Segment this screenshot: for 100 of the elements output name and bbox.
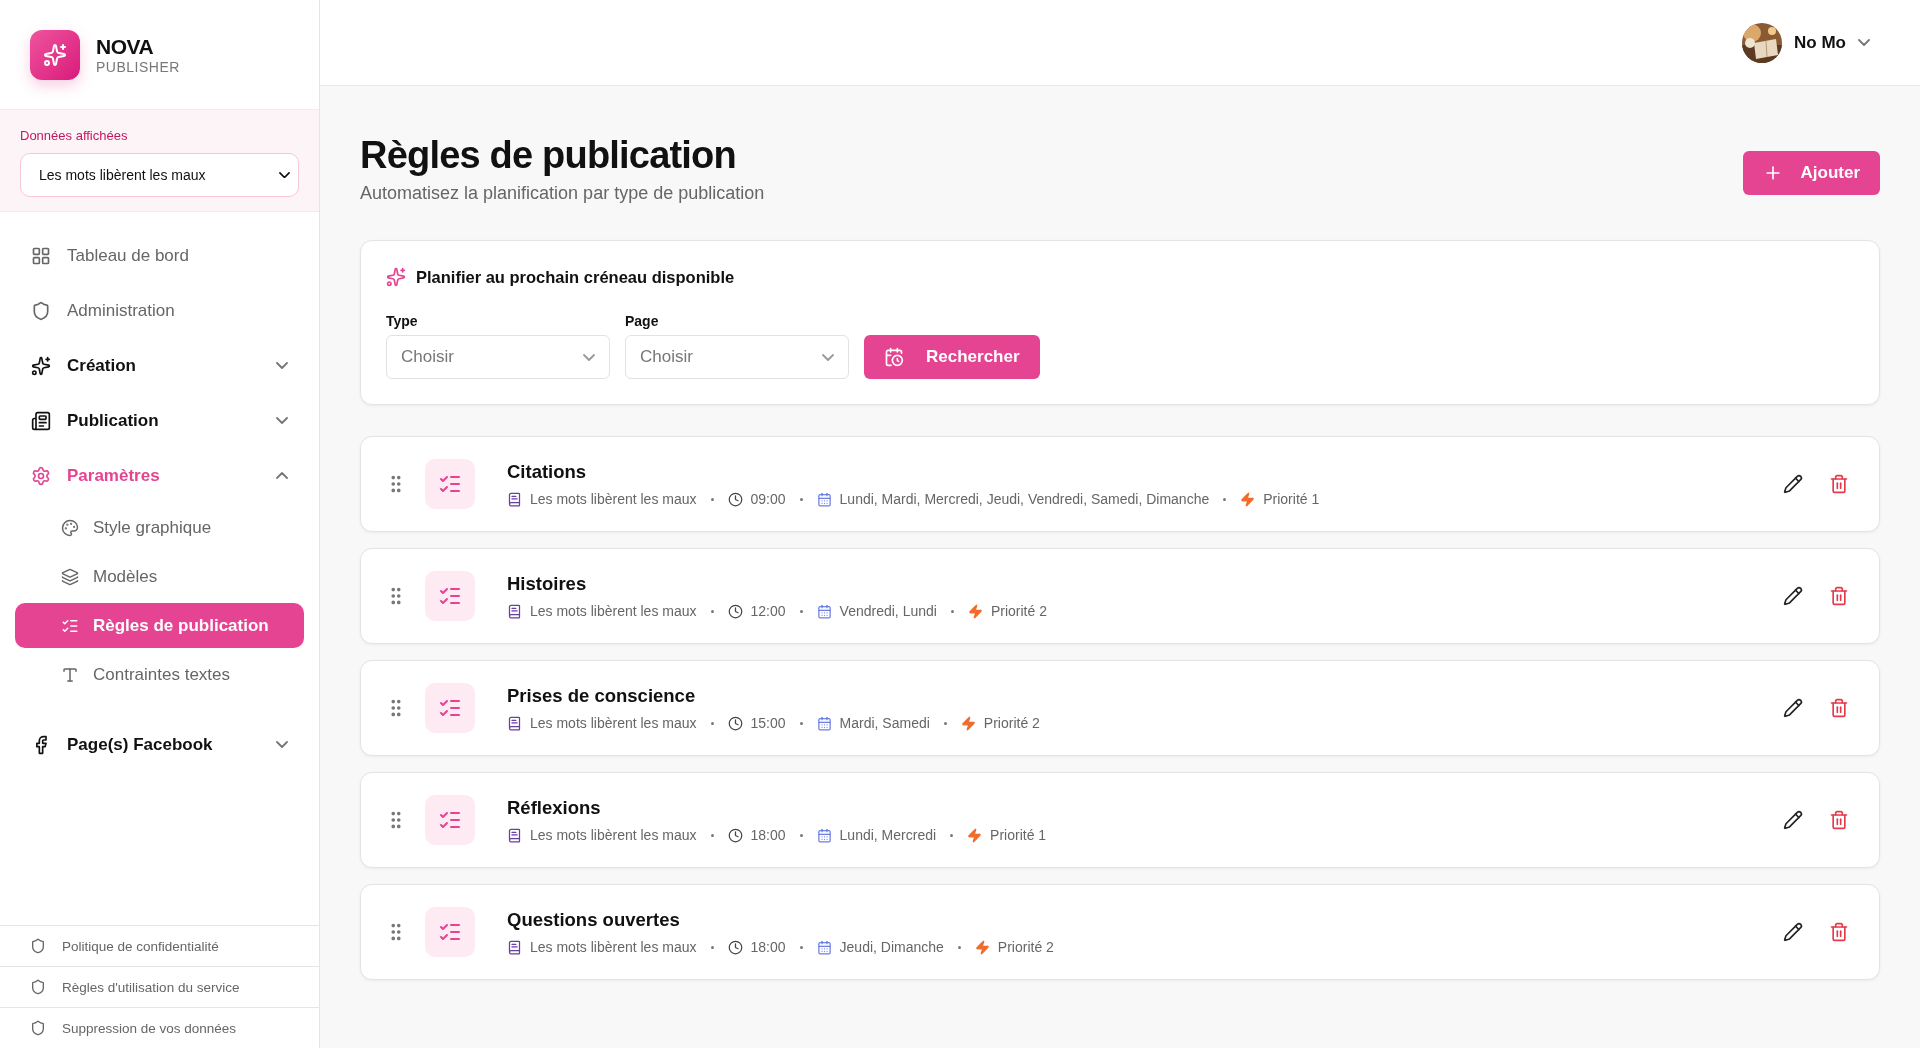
rule-page: Les mots libèrent les maux: [530, 603, 697, 619]
book-icon: [507, 491, 522, 507]
shield-icon: [30, 1020, 46, 1036]
checklist-icon: [425, 795, 475, 845]
nav-icon: [31, 465, 51, 486]
chevron-down-icon: [276, 362, 288, 369]
delete-button[interactable]: [1829, 922, 1849, 942]
separator-dot: [799, 609, 803, 613]
nav-subitem[interactable]: Style graphique: [15, 505, 304, 550]
rule-time: 09:00: [750, 491, 786, 507]
separator-dot: [1223, 497, 1227, 501]
data-select[interactable]: Les mots libèrent les maux: [20, 153, 299, 197]
separator-dot: [799, 945, 803, 949]
nav-icon: [61, 567, 79, 586]
checklist-icon: [425, 459, 475, 509]
separator-dot: [950, 833, 954, 837]
page-subtitle: Automatisez la planification par type de publication: [360, 183, 765, 204]
clock-icon: [727, 827, 743, 843]
rule-priority: Priorité 2: [983, 715, 1040, 731]
rule-days: Jeudi, Dimanche: [839, 939, 944, 955]
page-title: Règles de publication: [360, 134, 737, 177]
edit-button[interactable]: [1783, 810, 1803, 830]
book-icon: [507, 827, 522, 843]
calendar-icon: [816, 715, 832, 731]
delete-button[interactable]: [1829, 810, 1849, 830]
calendar-icon: [816, 827, 832, 843]
checklist-icon: [425, 683, 475, 733]
lightning-icon: [960, 715, 976, 731]
nav-item[interactable]: Tableau de bord: [15, 228, 304, 283]
delete-button[interactable]: [1829, 474, 1849, 494]
calendar-icon: [816, 491, 832, 507]
rule-time: 15:00: [750, 715, 786, 731]
lightning-icon: [974, 939, 990, 955]
nav-subitem[interactable]: Contraintes textes: [15, 652, 304, 697]
rule-days: Vendredi, Lundi: [839, 603, 937, 619]
checklist-icon: [425, 907, 475, 957]
clock-icon: [727, 715, 743, 731]
rule-page: Les mots libèrent les maux: [530, 939, 697, 955]
delete-button[interactable]: [1829, 586, 1849, 606]
separator-dot: [710, 945, 714, 949]
search-button[interactable]: Rechercher: [864, 335, 1040, 379]
lightning-icon: [1240, 491, 1256, 507]
rule-days: Lundi, Mardi, Mercredi, Jeudi, Vendredi, Samedi, Dimanche: [839, 491, 1210, 507]
separator-dot: [710, 609, 714, 613]
checklist-icon: [425, 571, 475, 621]
footer-link[interactable]: Règles d'utilisation du service: [0, 966, 319, 1007]
nav-item[interactable]: Page(s) Facebook: [15, 717, 304, 772]
nav-icon: [31, 245, 51, 266]
rule-page: Les mots libèrent les maux: [530, 491, 697, 507]
rule-priority: Priorité 2: [990, 603, 1047, 619]
lightning-icon: [967, 603, 983, 619]
nav-subitem[interactable]: Règles de publication: [15, 603, 304, 648]
rule-priority: Priorité 1: [990, 827, 1047, 843]
calendar-icon: [816, 939, 832, 955]
shield-icon: [30, 938, 46, 954]
rule-days: Mardi, Samedi: [839, 715, 930, 731]
separator-dot: [710, 833, 714, 837]
separator-dot: [710, 497, 714, 501]
rule-name: Questions ouvertes: [507, 909, 681, 931]
rule-priority: Priorité 1: [1263, 491, 1320, 507]
separator-dot: [799, 497, 803, 501]
rule-priority: Priorité 2: [997, 939, 1054, 955]
select-field[interactable]: Choisir: [386, 335, 610, 379]
edit-button[interactable]: [1783, 922, 1803, 942]
brand-subtitle: PUBLISHER: [96, 58, 180, 75]
selector-label: Données affichées: [20, 128, 129, 143]
book-icon: [507, 715, 522, 731]
footer-link[interactable]: Politique de confidentialité: [0, 925, 319, 966]
edit-button[interactable]: [1783, 698, 1803, 718]
field-label: Type: [386, 313, 419, 329]
edit-button[interactable]: [1783, 586, 1803, 606]
separator-dot: [943, 721, 947, 725]
rule-time: 12:00: [750, 603, 786, 619]
add-button[interactable]: Ajouter: [1742, 151, 1880, 195]
delete-button[interactable]: [1829, 698, 1849, 718]
shield-icon: [30, 979, 46, 995]
lightning-icon: [967, 827, 983, 843]
field-label: Page: [625, 313, 660, 329]
separator-dot: [799, 721, 803, 725]
nav-subitem[interactable]: Modèles: [15, 554, 304, 599]
user-menu[interactable]: No Mo: [1742, 22, 1870, 63]
footer-link[interactable]: Suppression de vos données: [0, 1007, 319, 1048]
nav-item[interactable]: Création: [15, 338, 304, 393]
separator-dot: [957, 945, 961, 949]
app-logo: [30, 29, 80, 80]
nav-icon: [31, 355, 51, 376]
separator-dot: [950, 609, 954, 613]
rule-name: Prises de conscience: [507, 685, 697, 707]
chevron-down-icon: [276, 417, 288, 424]
clock-icon: [727, 939, 743, 955]
edit-button[interactable]: [1783, 474, 1803, 494]
chevron-down-icon: [1858, 39, 1870, 46]
nav-item[interactable]: Administration: [15, 283, 304, 338]
nav-item[interactable]: Paramètres: [15, 448, 304, 503]
select-field[interactable]: Choisir: [625, 335, 849, 379]
nav-icon: [31, 300, 51, 321]
clock-icon: [727, 603, 743, 619]
nav-item[interactable]: Publication: [15, 393, 304, 448]
book-icon: [507, 939, 522, 955]
rule-name: Histoires: [507, 573, 588, 595]
